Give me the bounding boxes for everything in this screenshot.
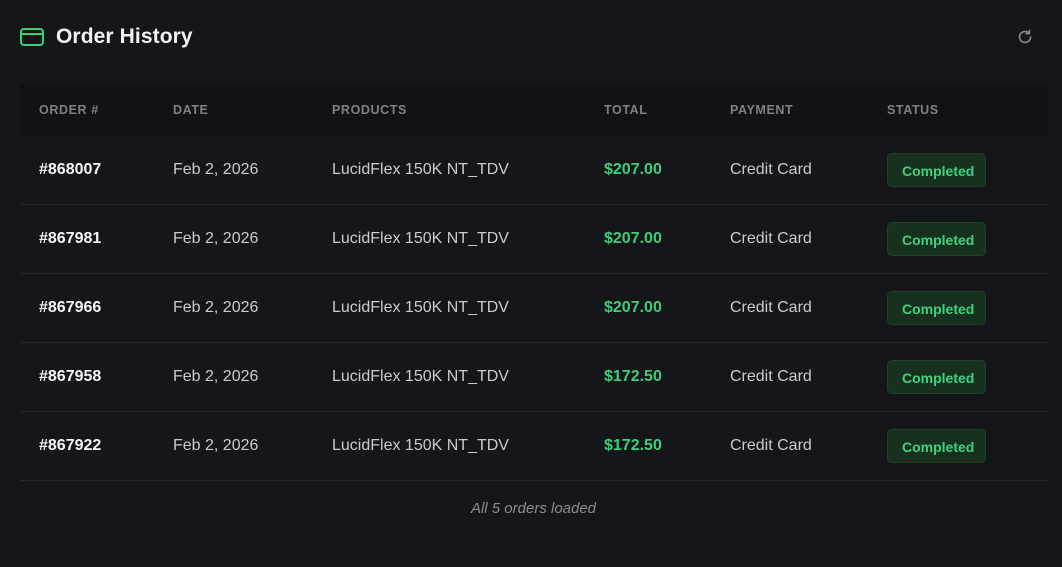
column-header-order[interactable]: ORDER #: [39, 103, 99, 117]
payment-method: Credit Card: [730, 368, 812, 385]
orders-loaded-message: All 5 orders loaded: [470, 500, 597, 517]
order-date: Feb 2, 2026: [173, 161, 259, 178]
payment-method: Credit Card: [730, 299, 812, 316]
order-number[interactable]: #867966: [39, 299, 101, 317]
order-total: $207.00: [604, 161, 662, 178]
column-header-total[interactable]: TOTAL: [604, 103, 648, 117]
order-total: $172.50: [604, 437, 662, 454]
order-total: $172.50: [604, 368, 662, 385]
status-badge: Completed: [887, 153, 986, 187]
order-total: $207.00: [604, 299, 662, 316]
payment-method: Credit Card: [730, 161, 812, 178]
table-row[interactable]: #867981 Feb 2, 2026 LucidFlex 150K NT_TD…: [20, 205, 1047, 274]
order-number[interactable]: #868007: [39, 161, 101, 179]
order-date: Feb 2, 2026: [173, 299, 259, 316]
status-badge: Completed: [887, 429, 986, 463]
panel-header: Order History: [20, 20, 1042, 54]
column-header-status[interactable]: STATUS: [887, 103, 939, 117]
order-total: $207.00: [604, 230, 662, 247]
order-product: LucidFlex 150K NT_TDV: [332, 230, 509, 247]
page-title: Order History: [56, 25, 193, 48]
order-number[interactable]: #867981: [39, 230, 101, 248]
order-number[interactable]: #867922: [39, 437, 101, 455]
column-header-products[interactable]: PRODUCTS: [332, 103, 407, 117]
payment-method: Credit Card: [730, 437, 812, 454]
table-row[interactable]: #867958 Feb 2, 2026 LucidFlex 150K NT_TD…: [20, 343, 1047, 412]
order-product: LucidFlex 150K NT_TDV: [332, 368, 509, 385]
credit-card-icon: [20, 28, 44, 46]
column-header-payment[interactable]: PAYMENT: [730, 103, 793, 117]
payment-method: Credit Card: [730, 230, 812, 247]
order-date: Feb 2, 2026: [173, 368, 259, 385]
status-badge: Completed: [887, 291, 986, 325]
column-header-date[interactable]: DATE: [173, 103, 209, 117]
order-product: LucidFlex 150K NT_TDV: [332, 161, 509, 178]
table-row[interactable]: #868007 Feb 2, 2026 LucidFlex 150K NT_TD…: [20, 136, 1047, 205]
table-header: ORDER # DATE PRODUCTS TOTAL PAYMENT STAT…: [20, 84, 1047, 136]
order-number[interactable]: #867958: [39, 368, 101, 386]
order-product: LucidFlex 150K NT_TDV: [332, 299, 509, 316]
table-row[interactable]: #867922 Feb 2, 2026 LucidFlex 150K NT_TD…: [20, 412, 1047, 481]
status-badge: Completed: [887, 360, 986, 394]
status-badge: Completed: [887, 222, 986, 256]
order-product: LucidFlex 150K NT_TDV: [332, 437, 509, 454]
table-row[interactable]: #867966 Feb 2, 2026 LucidFlex 150K NT_TD…: [20, 274, 1047, 343]
order-date: Feb 2, 2026: [173, 437, 259, 454]
order-date: Feb 2, 2026: [173, 230, 259, 247]
refresh-icon[interactable]: [1014, 26, 1036, 48]
orders-table: ORDER # DATE PRODUCTS TOTAL PAYMENT STAT…: [20, 84, 1047, 481]
order-history-panel: Order History ORDER # DATE PRODUCTS TOTA…: [0, 0, 1062, 567]
